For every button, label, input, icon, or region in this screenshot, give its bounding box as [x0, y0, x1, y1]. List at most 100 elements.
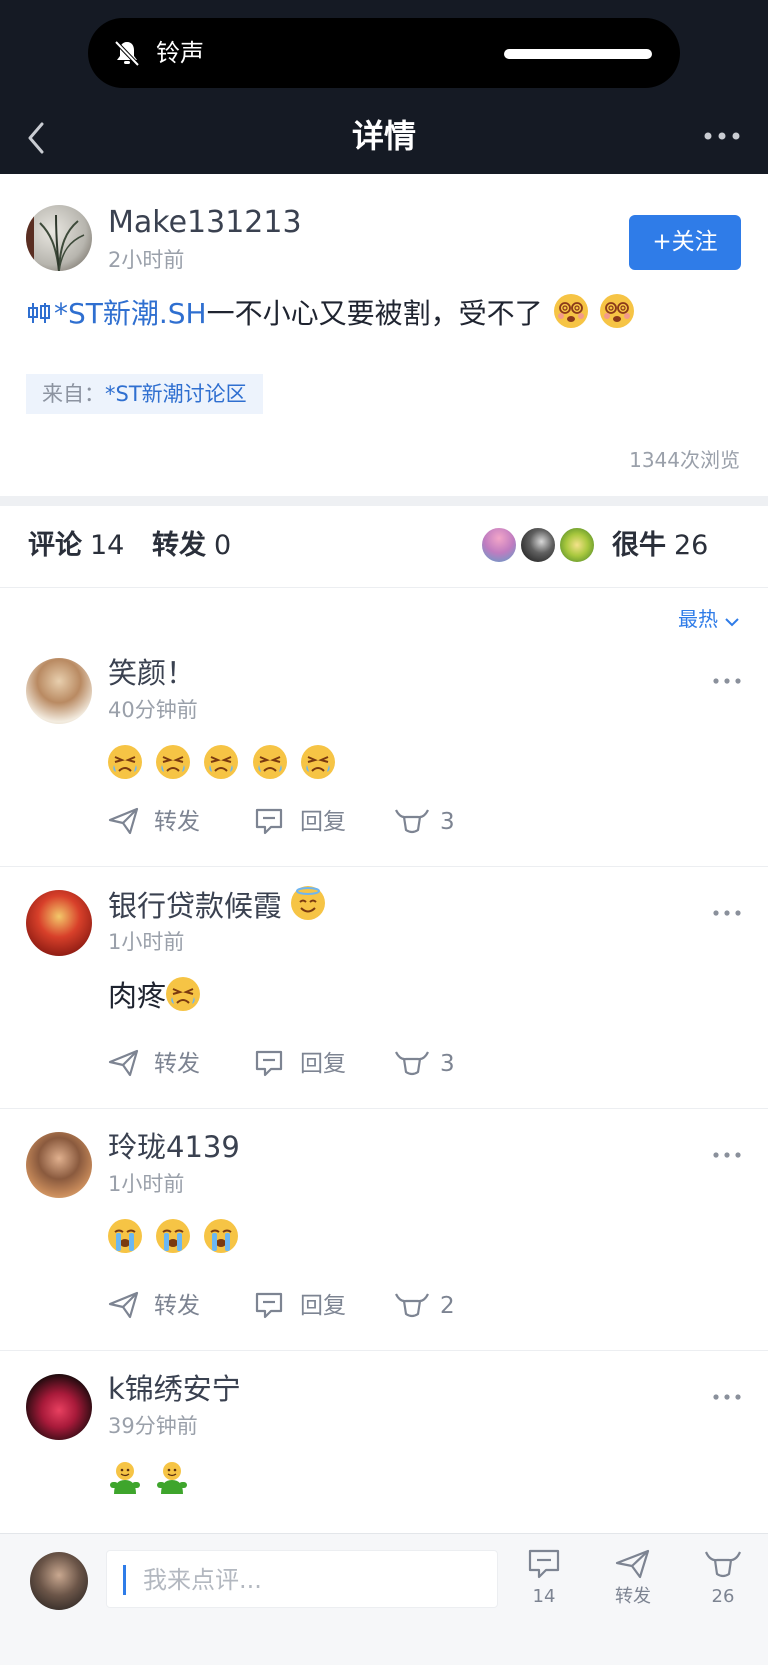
- bull-icon: [395, 1051, 429, 1076]
- like-bull-button[interactable]: 26: [688, 1548, 758, 1624]
- follow-button[interactable]: +关注: [629, 215, 741, 270]
- bull-icon: [704, 1551, 742, 1578]
- more-options-icon[interactable]: [712, 1150, 742, 1160]
- repost-button[interactable]: 转发: [598, 1548, 668, 1624]
- comment-actions: 转发 回复 3: [108, 804, 508, 840]
- paper-plane-icon: [108, 807, 139, 835]
- crying-face-emoji: [108, 1219, 142, 1253]
- comment-input-box[interactable]: [106, 1550, 498, 1608]
- comment-actions: 转发 回复 3: [108, 1046, 508, 1082]
- comment-text: 肉疼: [108, 979, 167, 1013]
- post-time: 2小时前: [108, 248, 185, 272]
- comment-body: 肉疼: [108, 976, 201, 1016]
- more-options-icon[interactable]: [700, 124, 744, 148]
- post-card: Make131213 2小时前 +关注 *ST新潮.SH一不小心又要被割，受不了…: [0, 174, 768, 496]
- comment-body: [108, 1460, 189, 1501]
- commenter-name-row[interactable]: 银行贷款候霞: [108, 886, 326, 925]
- paper-plane-icon: [615, 1549, 650, 1579]
- bell-muted-icon: [114, 40, 140, 67]
- top-nav-bar: 铃声 详情: [0, 0, 768, 174]
- post-content: *ST新潮.SH一不小心又要被割，受不了: [26, 294, 635, 334]
- likes-tab[interactable]: 很牛 26: [612, 528, 708, 564]
- comment-body: [108, 744, 335, 784]
- dizzy-face-emoji: [553, 294, 588, 328]
- sort-dropdown[interactable]: 最热: [678, 604, 740, 634]
- comment-time: 39分钟前: [108, 1414, 198, 1438]
- like-count: 26: [711, 1586, 735, 1607]
- reposts-tab[interactable]: 转发 0: [152, 528, 231, 564]
- crying-face-emoji: [204, 1219, 239, 1253]
- reply-label: 回复: [300, 1293, 346, 1319]
- commenter-name: 银行贷款候霞: [108, 889, 283, 923]
- comment-item: k锦绣安宁 39分钟前: [0, 1352, 768, 1533]
- commenter-avatar[interactable]: [26, 890, 92, 956]
- bull-icon: [395, 1293, 429, 1318]
- repost-label: 转发: [154, 1051, 200, 1077]
- repost-label: 转发: [154, 809, 200, 835]
- comment-actions: 转发 回复 2: [108, 1288, 508, 1324]
- candlestick-icon: [28, 303, 50, 323]
- view-count: 1344次浏览: [629, 448, 740, 472]
- stock-tag-link[interactable]: *ST新潮.SH: [54, 297, 207, 330]
- commenter-name[interactable]: 玲珑4139: [108, 1128, 240, 1166]
- angry-cry-emoji: [204, 745, 239, 779]
- like-count: 3: [440, 809, 455, 835]
- more-options-icon[interactable]: [712, 676, 742, 686]
- more-options-icon[interactable]: [712, 1392, 742, 1402]
- angry-cry-emoji: [300, 745, 335, 779]
- green-figure-emoji: [155, 1460, 189, 1496]
- text-cursor: [123, 1565, 126, 1595]
- comment-item: 银行贷款候霞 1小时前 肉疼 转发 回复 3: [0, 868, 768, 1109]
- comment-item: 玲珑4139 1小时前 转发 回复 2: [0, 1110, 768, 1351]
- halo-smile-emoji: [291, 886, 326, 920]
- paper-plane-icon: [108, 1291, 139, 1319]
- comments-label: 评论: [28, 530, 82, 561]
- my-avatar[interactable]: [30, 1552, 88, 1610]
- commenter-name[interactable]: k锦绣安宁: [108, 1370, 241, 1408]
- commenter-avatar[interactable]: [26, 1374, 92, 1440]
- author-avatar[interactable]: [26, 205, 92, 271]
- paper-plane-icon: [108, 1049, 139, 1077]
- commenter-avatar[interactable]: [26, 1132, 92, 1198]
- author-name[interactable]: Make131213: [108, 204, 302, 242]
- source-prefix: 来自：: [42, 382, 105, 406]
- green-figure-emoji: [108, 1460, 142, 1496]
- crying-face-emoji: [156, 1219, 191, 1253]
- comment-bubble-icon: [528, 1549, 560, 1579]
- ringer-label: 铃声: [156, 39, 204, 67]
- comments-button[interactable]: 14: [509, 1548, 579, 1624]
- angry-cry-emoji: [156, 745, 191, 779]
- engagement-stats: 评论 14 转发 0 很牛 26: [0, 506, 768, 588]
- comment-bubble-icon: [255, 808, 283, 835]
- section-divider: [0, 496, 768, 506]
- reply-label: 回复: [300, 809, 346, 835]
- liker-avatar: [558, 526, 596, 564]
- comment-item: 笑颜！ 40分钟前 转发 回复 3: [0, 636, 768, 867]
- post-text: 一不小心又要被割，受不了: [206, 297, 543, 330]
- page-title: 详情: [351, 117, 416, 155]
- reposts-count: 0: [214, 530, 232, 561]
- comment-input[interactable]: [143, 1561, 483, 1599]
- dizzy-face-emoji: [600, 294, 635, 328]
- comment-bubble-icon: [255, 1292, 283, 1319]
- likes-label: 很牛: [612, 530, 666, 561]
- comment-count: 14: [532, 1586, 556, 1607]
- bull-icon: [395, 809, 429, 834]
- angry-cry-emoji: [166, 977, 201, 1011]
- comment-time: 1小时前: [108, 930, 185, 954]
- source-forum-name: *ST新潮讨论区: [105, 382, 247, 406]
- more-options-icon[interactable]: [712, 908, 742, 918]
- comment-body: [108, 1218, 239, 1258]
- bottom-comment-bar: 14 转发 26: [0, 1533, 768, 1665]
- reply-label: 回复: [300, 1051, 346, 1077]
- angry-cry-emoji: [252, 745, 287, 779]
- repost-label: 转发: [154, 1293, 200, 1319]
- comments-tab[interactable]: 评论 14: [28, 528, 124, 564]
- commenter-name[interactable]: 笑颜！: [108, 654, 195, 692]
- source-forum-tag[interactable]: 来自：*ST新潮讨论区: [26, 374, 263, 414]
- chevron-down-icon: [725, 618, 739, 627]
- commenter-avatar[interactable]: [26, 658, 92, 724]
- comment-time: 40分钟前: [108, 698, 198, 722]
- like-count: 2: [440, 1293, 455, 1319]
- like-count: 3: [440, 1051, 455, 1077]
